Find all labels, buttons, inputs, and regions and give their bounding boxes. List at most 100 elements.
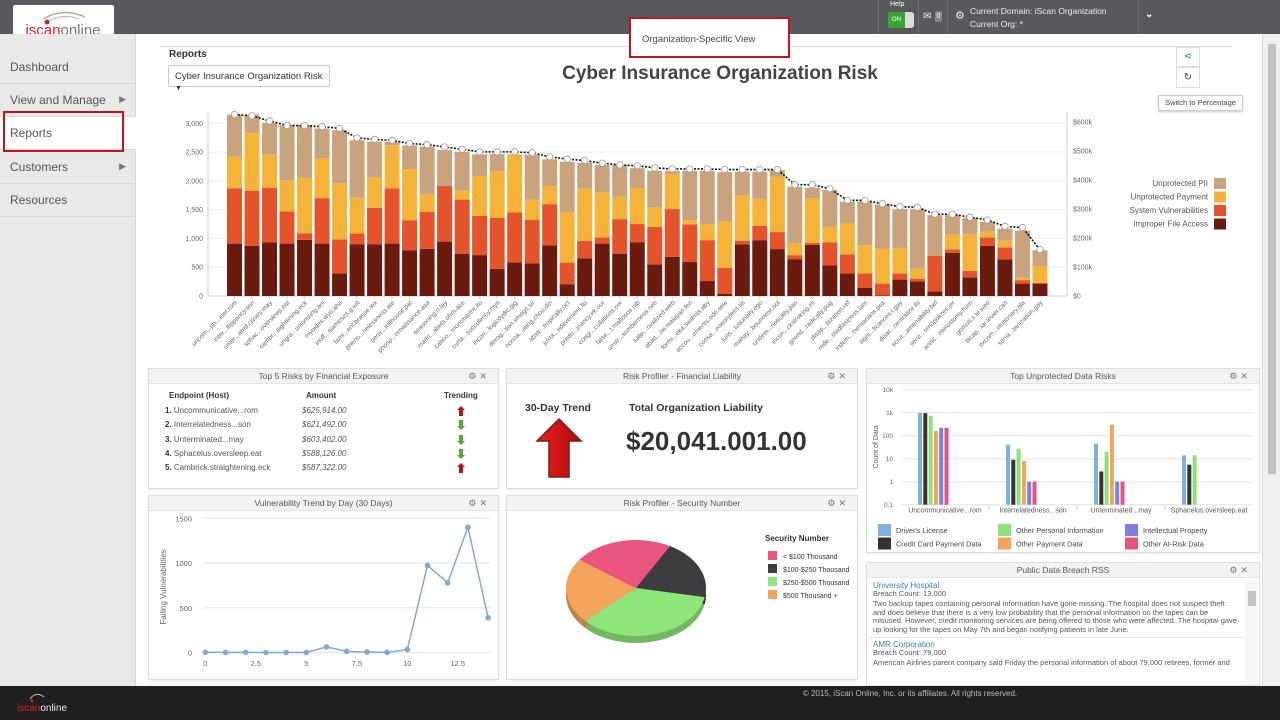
exposure-point	[861, 196, 869, 204]
y-tick-label: 0.1	[884, 502, 893, 509]
bar-segment	[874, 204, 890, 249]
bar-segment	[244, 132, 260, 191]
page-scrollbar[interactable]	[1262, 34, 1280, 686]
exposure-point	[966, 213, 974, 221]
legend-title: Security Number	[765, 534, 829, 543]
data-point	[283, 649, 289, 656]
bar-segment	[489, 217, 505, 269]
exposure-point	[335, 124, 344, 132]
gear-icon[interactable]: ⚙	[1229, 371, 1240, 381]
bar	[923, 413, 928, 505]
rss-item-count: Breach Count: 79,000	[873, 648, 946, 658]
bar-segment	[524, 263, 540, 296]
bar-segment	[734, 194, 750, 241]
gear-icon[interactable]: ⚙	[827, 498, 838, 508]
bar-segment	[734, 240, 750, 245]
column-header: Amount	[306, 391, 337, 400]
panel-title: Vulnerability Trend by Day (30 Days)	[254, 498, 393, 508]
bar-segment	[437, 241, 453, 296]
bar-segment	[472, 255, 488, 296]
close-icon[interactable]: ✕	[1240, 565, 1251, 575]
legend-label: Credit Card Payment Data	[896, 540, 983, 549]
host-name: 3. Unterminated...may	[165, 434, 244, 444]
bar-segment	[927, 291, 943, 296]
bar-segment	[944, 252, 960, 296]
bar-segment	[542, 204, 558, 246]
legend-label: Unprotected Payment	[1131, 193, 1209, 202]
legend-swatch	[768, 577, 777, 586]
rss-feed-list[interactable]: University Hospital Breach Count: 13,000…	[869, 579, 1243, 670]
x-tick-label: 7.5	[352, 659, 362, 668]
page-scroll-thumb[interactable]	[1268, 44, 1276, 474]
table-row[interactable]: 1. Uncommunicative...rom $625,914.00	[149, 406, 498, 419]
vulnerability-trend-line-chart: 0 500 1000 1500 0 2.5 5 7.5 10 12.5 Failing Vulner…	[159, 514, 491, 668]
bar	[1115, 481, 1120, 505]
bar-segment	[419, 248, 435, 296]
amount: $603,402.00	[302, 434, 347, 444]
bar-segment	[367, 207, 383, 245]
column-header: Endpoint (Host)	[169, 391, 229, 400]
bar-segment	[542, 186, 558, 205]
table-row[interactable]: 5. Cambrick.straightening.eck $587,322.00	[149, 463, 498, 476]
exposure-point	[703, 165, 711, 173]
exposure-point	[983, 216, 992, 224]
rss-scrollbar[interactable]	[1246, 581, 1258, 685]
exposure-point	[563, 155, 571, 163]
legend-swatch	[878, 524, 891, 536]
bar-segment	[524, 199, 540, 221]
bar	[1120, 481, 1125, 505]
bar-segment	[297, 239, 313, 296]
bar-segment	[734, 171, 750, 195]
rss-scroll-thumb[interactable]	[1248, 591, 1256, 606]
close-icon[interactable]: ✕	[1240, 371, 1251, 381]
close-icon[interactable]: ✕	[479, 498, 490, 508]
gear-icon[interactable]: ⚙	[468, 498, 479, 508]
bar-segment	[612, 253, 628, 296]
gear-icon[interactable]: ⚙	[827, 371, 838, 381]
bar	[1187, 464, 1192, 505]
bar-segment	[542, 245, 558, 296]
trend-up-arrow-icon	[535, 417, 583, 478]
close-icon[interactable]: ✕	[838, 371, 849, 381]
bar-segment	[612, 196, 628, 220]
exposure-point	[931, 210, 939, 218]
bar-segment	[332, 183, 348, 240]
bar-segment	[664, 209, 680, 257]
close-icon[interactable]: ✕	[838, 498, 849, 508]
panel-title: Risk Profiler - Financial Liability	[622, 371, 742, 381]
bar-segment	[839, 254, 855, 274]
table-row[interactable]: 2. Interrelatedness...son $621,492.00	[149, 420, 498, 433]
bar-segment	[752, 225, 768, 241]
y2-tick-label: $400k	[1073, 178, 1093, 185]
x-tick-label: 5	[304, 659, 308, 668]
bar-segment	[402, 250, 418, 296]
data-point	[404, 646, 411, 653]
gear-icon[interactable]: ⚙	[468, 371, 479, 381]
exposure-point	[721, 165, 729, 174]
exposure-point	[230, 110, 239, 119]
bar	[1109, 424, 1114, 505]
bar-segment	[944, 215, 960, 235]
bar-segment	[874, 295, 890, 296]
exposure-point	[581, 156, 589, 165]
panel-title: Risk Profiler - Security Number	[623, 498, 741, 508]
gear-icon[interactable]: ⚙	[1229, 565, 1240, 575]
bar-segment	[437, 186, 453, 242]
bar-segment	[262, 242, 278, 296]
data-point	[202, 649, 209, 656]
callout-label: Organization-Specific View	[642, 34, 756, 45]
table-row[interactable]: 3. Unterminated...may $603,402.00	[149, 434, 498, 448]
trend-down-icon	[457, 420, 465, 431]
svg-text:iscanonline: iscanonline	[17, 703, 67, 714]
bar-segment	[332, 273, 348, 296]
bar-segment	[979, 237, 995, 246]
table-row[interactable]: 4. Sphacelus.oversleep.eat $588,126.00	[149, 448, 498, 462]
y-tick-label: 10	[886, 456, 894, 463]
data-point	[303, 649, 310, 656]
breach-rss-panel: Public Data Breach RSS ⚙✕ University Hosp…	[866, 562, 1260, 686]
bar-segment	[664, 173, 680, 210]
amount: $625,914.00	[302, 406, 347, 415]
host-name: 1. Uncommunicative...rom	[165, 406, 258, 415]
close-icon[interactable]: ✕	[479, 371, 490, 381]
y-axis-label: Failing Vulnerabilities	[159, 549, 168, 624]
